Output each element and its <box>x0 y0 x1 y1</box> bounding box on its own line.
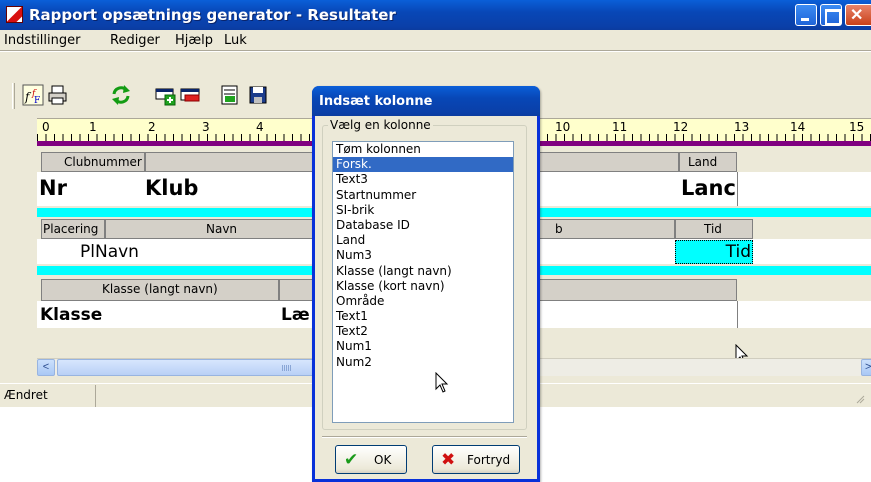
ruler-number: 2 <box>148 120 156 134</box>
klasse-header[interactable]: Klasse (langt navn) <box>41 279 279 301</box>
list-item[interactable]: Forsk. <box>333 157 513 173</box>
menu-separator <box>0 50 871 52</box>
minimize-button[interactable] <box>795 4 817 26</box>
mouse-cursor-icon <box>435 372 449 393</box>
add-column-icon[interactable] <box>219 84 241 106</box>
ruler-number: 14 <box>790 120 806 134</box>
scroll-right-button[interactable]: > <box>861 359 871 376</box>
klub-header[interactable] <box>145 152 315 172</box>
save-icon[interactable] <box>247 84 269 106</box>
list-item[interactable]: Tøm kolonnen <box>333 142 513 157</box>
list-item[interactable]: Text2 <box>333 324 513 339</box>
land-field[interactable]: Lanc <box>681 176 736 200</box>
lae-field[interactable]: Læ <box>281 305 310 325</box>
list-item[interactable]: Land <box>333 233 513 248</box>
menu-bar: Indstillinger Rediger Hjælp Luk <box>0 30 871 50</box>
list-item[interactable]: Num3 <box>333 248 513 263</box>
list-item[interactable]: Database ID <box>333 218 513 233</box>
ruler-number: 15 <box>849 120 865 134</box>
dialog-separator <box>322 436 527 438</box>
list-item[interactable]: Num2 <box>333 355 513 370</box>
clubnummer-header[interactable]: Clubnummer <box>41 152 145 172</box>
svg-text:F: F <box>34 96 40 106</box>
title-bar[interactable]: Rapport opsætnings generator - Resultate… <box>0 0 871 30</box>
maximize-button[interactable] <box>820 4 842 26</box>
list-item[interactable]: Område <box>333 294 513 309</box>
insert-column-dialog: Indsæt kolonne Vælg en kolonne Tøm kolon… <box>312 86 540 482</box>
ruler-number: 10 <box>555 120 571 134</box>
resize-grip-icon[interactable] <box>855 394 865 404</box>
ruler-number: 11 <box>612 120 628 134</box>
navn-header[interactable]: Navn <box>105 219 315 239</box>
font-format-icon[interactable]: f f F <box>22 84 44 106</box>
result-value-area <box>37 239 312 264</box>
header-cell-blank[interactable] <box>279 279 315 301</box>
list-item[interactable]: Text3 <box>333 172 513 187</box>
cancel-button[interactable]: ✖ Fortryd <box>432 445 520 474</box>
plnavn-field[interactable]: PlNavn <box>80 242 139 262</box>
klub-field[interactable]: Klub <box>145 176 198 200</box>
ruler-number: 3 <box>202 120 210 134</box>
list-item[interactable]: Klasse (langt navn) <box>333 264 513 279</box>
close-button[interactable] <box>845 4 871 26</box>
print-icon[interactable] <box>47 84 69 106</box>
header-cell-blank[interactable] <box>539 152 679 172</box>
nr-field[interactable]: Nr <box>39 176 67 200</box>
ruler-number: 12 <box>673 120 689 134</box>
tid-field-text: Tid <box>725 242 751 262</box>
divider <box>737 172 738 206</box>
window-title: Rapport opsætnings generator - Resultate… <box>29 6 396 24</box>
divider <box>737 301 738 328</box>
scroll-grip <box>282 365 292 371</box>
ruler-number: 1 <box>89 120 97 134</box>
menu-hjaelp[interactable]: Hjælp <box>175 33 213 48</box>
header-cell-blank[interactable] <box>539 279 737 301</box>
menu-indstillinger[interactable]: Indstillinger <box>4 33 80 48</box>
refresh-icon[interactable] <box>110 84 132 106</box>
list-item[interactable]: Klasse (kort navn) <box>333 279 513 294</box>
ruler-number: 0 <box>42 120 50 134</box>
list-item[interactable]: SI-brik <box>333 203 513 218</box>
menu-luk[interactable]: Luk <box>224 33 247 48</box>
list-item[interactable]: Num1 <box>333 339 513 354</box>
klasse-field[interactable]: Klasse <box>40 305 102 325</box>
klub-column-header[interactable]: b <box>539 219 675 239</box>
scroll-left-button[interactable]: < <box>37 359 55 376</box>
column-listbox[interactable]: Tøm kolonnen Forsk. Text3 Startnummer SI-bri… <box>332 141 514 423</box>
cross-icon: ✖ <box>441 450 456 470</box>
class-value-area-right <box>537 301 871 328</box>
list-item[interactable]: Startnummer <box>333 188 513 203</box>
land-header[interactable]: Land <box>679 152 737 172</box>
cancel-label: Fortryd <box>467 453 511 467</box>
tid-header[interactable]: Tid <box>675 219 753 239</box>
add-row-icon[interactable] <box>155 84 177 106</box>
dialog-title: Indsæt kolonne <box>319 94 433 109</box>
ruler-number: 4 <box>256 120 264 134</box>
tid-field[interactable]: Tid <box>675 240 753 264</box>
checkmark-icon: ✔ <box>344 450 359 470</box>
toolbar-grip[interactable] <box>12 83 15 109</box>
ruler-number: 13 <box>734 120 750 134</box>
menu-rediger[interactable]: Rediger <box>110 33 160 48</box>
dialog-title-bar[interactable]: Indsæt kolonne <box>312 86 540 116</box>
status-text: Ændret <box>0 385 96 407</box>
list-item[interactable]: Text1 <box>333 309 513 324</box>
ok-label: OK <box>374 453 392 467</box>
placering-header[interactable]: Placering <box>41 219 105 239</box>
ok-button[interactable]: ✔ OK <box>335 445 407 474</box>
app-icon <box>6 6 23 23</box>
remove-row-icon[interactable] <box>180 84 202 106</box>
group-label: Vælg en kolonne <box>328 118 433 132</box>
